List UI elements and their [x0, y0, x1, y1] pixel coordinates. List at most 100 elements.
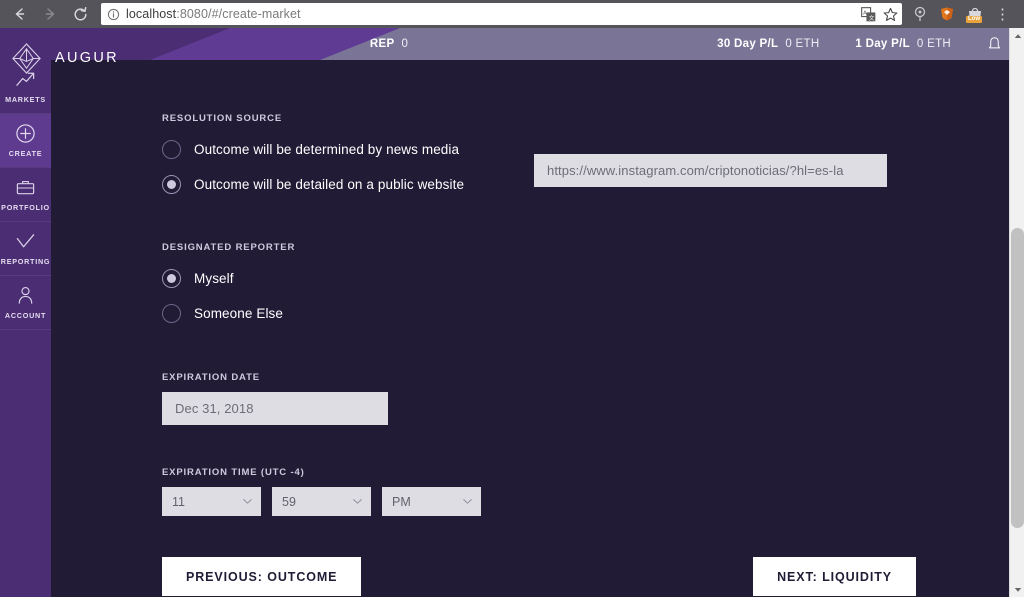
sidebar-item-markets-label: MARKETS: [5, 95, 46, 104]
page-scrollbar[interactable]: [1009, 28, 1024, 597]
url-host: localhost: [126, 7, 177, 21]
brand-name: AUGUR: [55, 50, 119, 66]
designated-reporter-section: DESIGNATED REPORTER Myself Someone Else: [162, 242, 295, 329]
expiration-meridiem-select[interactable]: PM: [382, 487, 481, 516]
browser-toolbar: localhost:8080/#/create-market A 文 Low ⋮: [0, 0, 1024, 28]
chevron-down-icon: [243, 498, 252, 504]
caret-up-icon: [1014, 33, 1021, 38]
sidebar-item-reporting[interactable]: REPORTING: [0, 222, 51, 276]
resolution-source-option-website[interactable]: Outcome will be detailed on a public web…: [162, 169, 464, 200]
augur-app: ETH 0.0024 REP 0 30 Day P/L 0 ETH 1 Day …: [0, 28, 1024, 597]
expiration-date-value: Dec 31, 2018: [175, 401, 254, 416]
address-bar-text: localhost:8080/#/create-market: [126, 7, 301, 21]
resolution-source-url-value: https://www.instagram.com/criptonoticias…: [547, 163, 844, 178]
radio-news-media[interactable]: [162, 140, 181, 159]
metamask-fox-icon[interactable]: [939, 6, 955, 22]
star-icon[interactable]: [883, 7, 898, 22]
briefcase-icon: [16, 180, 35, 195]
stat-1day-pl-label: 1 Day P/L: [855, 38, 910, 50]
location-pin-icon[interactable]: [912, 6, 928, 22]
person-icon: [18, 286, 33, 304]
expiration-date-input[interactable]: Dec 31, 2018: [162, 392, 388, 425]
stat-eth-label: ETH: [260, 38, 284, 50]
expiration-minute-select[interactable]: 59: [272, 487, 371, 516]
scrollbar-down-arrow[interactable]: [1010, 582, 1024, 597]
resolution-source-option-news-label: Outcome will be determined by news media: [194, 142, 460, 157]
topbar-content: ETH 0.0024 REP 0 30 Day P/L 0 ETH 1 Day …: [260, 28, 1024, 60]
scrollbar-thumb[interactable]: [1011, 228, 1024, 528]
resolution-source-option-news[interactable]: Outcome will be determined by news media: [162, 134, 464, 165]
sidebar-item-account[interactable]: ACCOUNT: [0, 276, 51, 330]
previous-outcome-button[interactable]: PREVIOUS: OUTCOME: [162, 557, 362, 596]
sidebar-item-portfolio-label: PORTFOLIO: [1, 203, 50, 212]
next-liquidity-button[interactable]: NEXT: LIQUIDITY: [753, 557, 916, 596]
sidebar-item-create-label: CREATE: [8, 149, 43, 158]
expiration-date-section: EXPIRATION DATE Dec 31, 2018: [162, 372, 388, 425]
url-path: :8080/#/create-market: [176, 7, 301, 21]
reload-button[interactable]: [65, 0, 95, 28]
stat-30day-pl-value: 0 ETH: [785, 38, 820, 50]
create-market-form: RESOLUTION SOURCE Outcome will be determ…: [51, 60, 1011, 597]
augur-logo-icon: [12, 42, 41, 74]
radio-dot: [167, 180, 176, 189]
address-bar[interactable]: localhost:8080/#/create-market A 文: [101, 3, 902, 25]
designated-reporter-option-myself-label: Myself: [194, 271, 234, 286]
plus-circle-icon: [16, 124, 35, 143]
brand[interactable]: AUGUR: [0, 28, 200, 88]
chevron-down-icon: [353, 498, 362, 504]
caret-down-icon: [1014, 587, 1021, 592]
reload-icon: [73, 6, 87, 20]
expiration-date-label: EXPIRATION DATE: [162, 372, 260, 383]
resolution-source-section: RESOLUTION SOURCE Outcome will be determ…: [162, 113, 464, 200]
bell-icon[interactable]: [987, 36, 1002, 53]
extension-low-icon[interactable]: Low: [966, 6, 984, 23]
sidebar-item-reporting-label: REPORTING: [0, 257, 51, 266]
forward-button[interactable]: [35, 0, 65, 28]
translate-icon[interactable]: A 文: [861, 6, 876, 22]
site-info-icon[interactable]: [107, 8, 120, 21]
sidebar-item-portfolio[interactable]: PORTFOLIO: [0, 168, 51, 222]
back-button[interactable]: [5, 0, 35, 28]
browser-nav-buttons: [0, 0, 95, 28]
stat-30day-pl: 30 Day P/L 0 ETH: [717, 38, 819, 50]
stat-rep-value: 0: [401, 38, 409, 50]
scrollbar-up-arrow[interactable]: [1010, 28, 1024, 43]
resolution-source-option-website-label: Outcome will be detailed on a public web…: [194, 177, 465, 192]
extension-icons: Low ⋮: [906, 6, 1024, 23]
sidebar-item-create[interactable]: CREATE: [0, 114, 51, 168]
designated-reporter-option-someone-else-label: Someone Else: [194, 306, 284, 321]
topbar-right-group: 30 Day P/L 0 ETH 1 Day P/L 0 ETH: [717, 36, 1024, 53]
resolution-source-label: RESOLUTION SOURCE: [162, 113, 283, 124]
svg-text:文: 文: [869, 14, 875, 22]
expiration-time-section: EXPIRATION TIME (UTC -4) 11 59 PM: [162, 467, 481, 516]
address-bar-icons: A 文: [861, 3, 898, 25]
sidebar: MARKETS CREATE PORTFOLIO REPORTING ACCOU…: [0, 60, 51, 597]
expiration-meridiem-value: PM: [392, 494, 411, 509]
stat-rep: REP 0: [370, 38, 408, 50]
expiration-hour-select[interactable]: 11: [162, 487, 261, 516]
expiration-minute-value: 59: [282, 494, 296, 509]
radio-myself[interactable]: [162, 269, 181, 288]
designated-reporter-option-someone-else[interactable]: Someone Else: [162, 298, 295, 329]
expiration-time-label: EXPIRATION TIME (UTC -4): [162, 467, 305, 478]
expiration-hour-value: 11: [172, 494, 185, 509]
sidebar-item-account-label: ACCOUNT: [4, 311, 47, 320]
radio-public-website[interactable]: [162, 175, 181, 194]
designated-reporter-label: DESIGNATED REPORTER: [162, 242, 296, 253]
stat-eth: ETH 0.0024: [260, 38, 328, 50]
low-badge-label: Low: [966, 16, 982, 23]
back-arrow-icon: [15, 8, 25, 20]
stat-30day-pl-label: 30 Day P/L: [717, 38, 779, 50]
radio-someone-else[interactable]: [162, 304, 181, 323]
checkmark-icon: [16, 234, 35, 248]
stat-rep-label: REP: [369, 38, 395, 50]
stat-1day-pl: 1 Day P/L 0 ETH: [855, 38, 951, 50]
kebab-menu-icon[interactable]: ⋮: [995, 7, 1016, 22]
forward-arrow-icon: [45, 8, 55, 20]
stat-1day-pl-value: 0 ETH: [916, 38, 951, 50]
resolution-source-url-input[interactable]: https://www.instagram.com/criptonoticias…: [534, 154, 887, 187]
designated-reporter-option-myself[interactable]: Myself: [162, 263, 295, 294]
svg-text:A: A: [863, 10, 867, 16]
radio-dot: [167, 274, 176, 283]
chevron-down-icon: [463, 498, 472, 504]
